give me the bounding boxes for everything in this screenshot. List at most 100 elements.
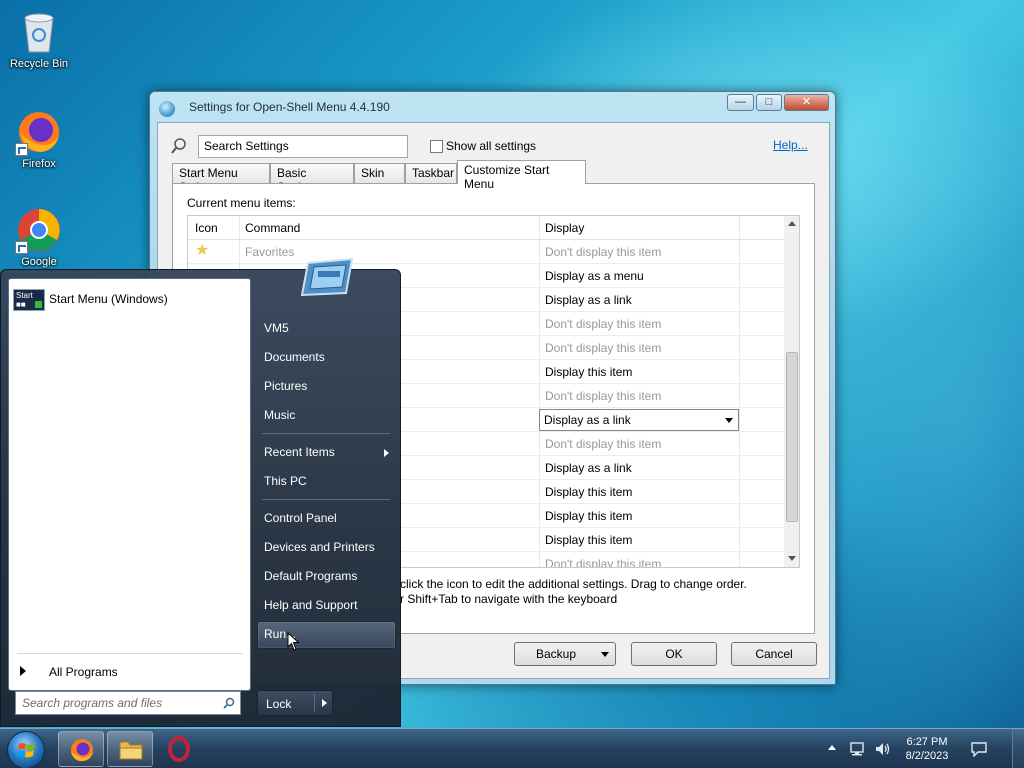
start-menu: Start ■■ Start Menu (Windows) All Program…: [0, 257, 401, 727]
start-menu-programs-pane: Start ■■ Start Menu (Windows) All Program…: [8, 278, 251, 691]
backup-button-label: Backup: [535, 647, 577, 661]
row-display-value: Don't display this item: [545, 557, 662, 568]
dropdown-arrow-icon: [601, 652, 609, 657]
row-display-value: Display this item: [545, 509, 633, 523]
recycle-bin-icon: [15, 8, 63, 56]
user-picture-icon[interactable]: [300, 257, 354, 297]
row-display-value: Display this item: [545, 533, 633, 547]
search-icon[interactable]: [223, 697, 235, 709]
row-display-value: Display as a link: [545, 461, 632, 475]
clock-time: 6:27 PM: [906, 736, 948, 748]
desktop-icon-google[interactable]: Google: [0, 206, 78, 268]
favorites-star-icon[interactable]: ★: [195, 243, 209, 259]
file-explorer-icon: [119, 741, 143, 760]
row-display-value: Display this item: [545, 365, 633, 379]
column-header-icon[interactable]: Icon: [195, 221, 218, 235]
desktop-icon-firefox[interactable]: Firefox: [0, 108, 78, 170]
clock[interactable]: 6:27 PM 8/2/2023: [898, 735, 956, 763]
start-item-documents[interactable]: Documents: [264, 350, 325, 364]
desktop-icon-label: Google: [21, 256, 57, 268]
start-search-placeholder: Search programs and files: [22, 696, 163, 710]
start-item-pictures[interactable]: Pictures: [264, 379, 307, 393]
close-icon: ✕: [801, 96, 812, 108]
maximize-button[interactable]: □: [756, 94, 782, 111]
taskbar: 6:27 PM 8/2/2023: [0, 728, 1024, 768]
dialog-title: Settings for Open-Shell Menu 4.4.190: [189, 100, 390, 114]
start-item-control-panel[interactable]: Control Panel: [264, 511, 337, 525]
desktop-icon-recycle-bin[interactable]: Recycle Bin: [0, 8, 78, 70]
start-item-music[interactable]: Music: [264, 408, 295, 422]
open-shell-icon: [159, 101, 175, 117]
desktop-icon-label: Recycle Bin: [9, 58, 69, 70]
start-item-this-pc[interactable]: This PC: [264, 474, 307, 488]
start-item-help-and-support[interactable]: Help and Support: [264, 598, 357, 612]
firefox-icon: [15, 108, 63, 156]
firefox-icon: [71, 739, 93, 762]
list-header: Icon Command Display: [188, 216, 784, 240]
close-button[interactable]: ✕: [784, 94, 829, 111]
hint-line-1: click the icon to edit the additional se…: [400, 577, 747, 591]
start-button[interactable]: [7, 731, 45, 768]
start-search-input[interactable]: Search programs and files: [15, 691, 241, 715]
desktop-icon-label: Firefox: [22, 158, 56, 170]
tab-customize-start-menu[interactable]: Customize Start Menu: [457, 160, 586, 191]
table-row[interactable]: ★ Favorites Don't display this item: [188, 240, 784, 264]
column-header-command[interactable]: Command: [245, 221, 300, 235]
clock-date: 8/2/2023: [905, 750, 949, 762]
start-menu-app-icon: Start ■■: [13, 289, 45, 311]
row-display-value: Don't display this item: [545, 389, 662, 403]
scroll-up-arrow-icon[interactable]: [788, 221, 796, 226]
backup-button[interactable]: Backup: [514, 642, 616, 666]
cancel-button[interactable]: Cancel: [731, 642, 817, 666]
row-display-value: Don't display this item: [545, 437, 662, 451]
pinned-item-label: Start Menu (Windows): [49, 292, 168, 306]
tab-taskbar[interactable]: Taskbar: [405, 163, 457, 183]
row-display-value: Don't display this item: [545, 341, 662, 355]
column-header-display[interactable]: Display: [545, 221, 584, 235]
start-item-vm5[interactable]: VM5: [264, 321, 289, 335]
help-link[interactable]: Help...: [773, 138, 808, 152]
lock-split-divider: [314, 694, 315, 712]
taskbar-firefox[interactable]: [58, 731, 104, 767]
start-item-devices-and-printers[interactable]: Devices and Printers: [264, 540, 375, 554]
taskbar-file-explorer[interactable]: [107, 731, 153, 767]
action-center-icon[interactable]: [970, 741, 988, 760]
taskbar-opera[interactable]: [156, 731, 202, 767]
lock-button[interactable]: Lock: [257, 690, 333, 716]
tab-basic-settings[interactable]: Basic Settings: [270, 163, 354, 194]
start-separator: [262, 433, 390, 434]
tab-skin[interactable]: Skin: [354, 163, 405, 183]
hint-line-2: r Shift+Tab to navigate with the keyboar…: [400, 592, 618, 606]
start-item-recent-items[interactable]: Recent Items: [264, 445, 335, 459]
row-display-value: Display this item: [545, 485, 633, 499]
start-item-default-programs[interactable]: Default Programs: [264, 569, 357, 583]
submenu-arrow-icon: [384, 449, 389, 457]
lock-options-arrow-icon[interactable]: [322, 699, 327, 707]
show-all-settings-checkbox[interactable]: [430, 140, 443, 153]
start-separator: [262, 499, 390, 500]
minimize-button[interactable]: —: [727, 94, 754, 111]
mouse-pointer-icon: [287, 631, 301, 652]
programs-separator: [17, 653, 243, 654]
row-display-value: Don't display this item: [545, 245, 662, 259]
minimize-icon: —: [735, 96, 746, 108]
search-settings-input[interactable]: Search Settings: [198, 135, 408, 158]
volume-icon[interactable]: [874, 741, 892, 760]
pinned-item-start-menu-windows[interactable]: Start ■■ Start Menu (Windows): [9, 279, 250, 319]
green-square-icon: [35, 301, 42, 308]
list-scrollbar[interactable]: [784, 216, 799, 567]
display-select[interactable]: Display as a link: [539, 409, 739, 431]
ok-button[interactable]: OK: [631, 642, 717, 666]
all-programs-arrow-icon: [20, 666, 26, 676]
shortcut-arrow-icon: [15, 241, 28, 254]
chrome-icon: [15, 206, 63, 254]
tab-start-menu-style[interactable]: Start Menu Style: [172, 163, 270, 194]
all-programs-button[interactable]: All Programs: [49, 665, 118, 679]
scroll-thumb[interactable]: [786, 352, 798, 522]
shortcut-arrow-icon: [15, 143, 28, 156]
maximize-icon: □: [765, 96, 773, 108]
show-hidden-icons-button[interactable]: [828, 745, 836, 750]
show-desktop-button[interactable]: [1012, 729, 1024, 768]
scroll-down-arrow-icon[interactable]: [788, 556, 796, 561]
network-icon[interactable]: [850, 741, 868, 760]
